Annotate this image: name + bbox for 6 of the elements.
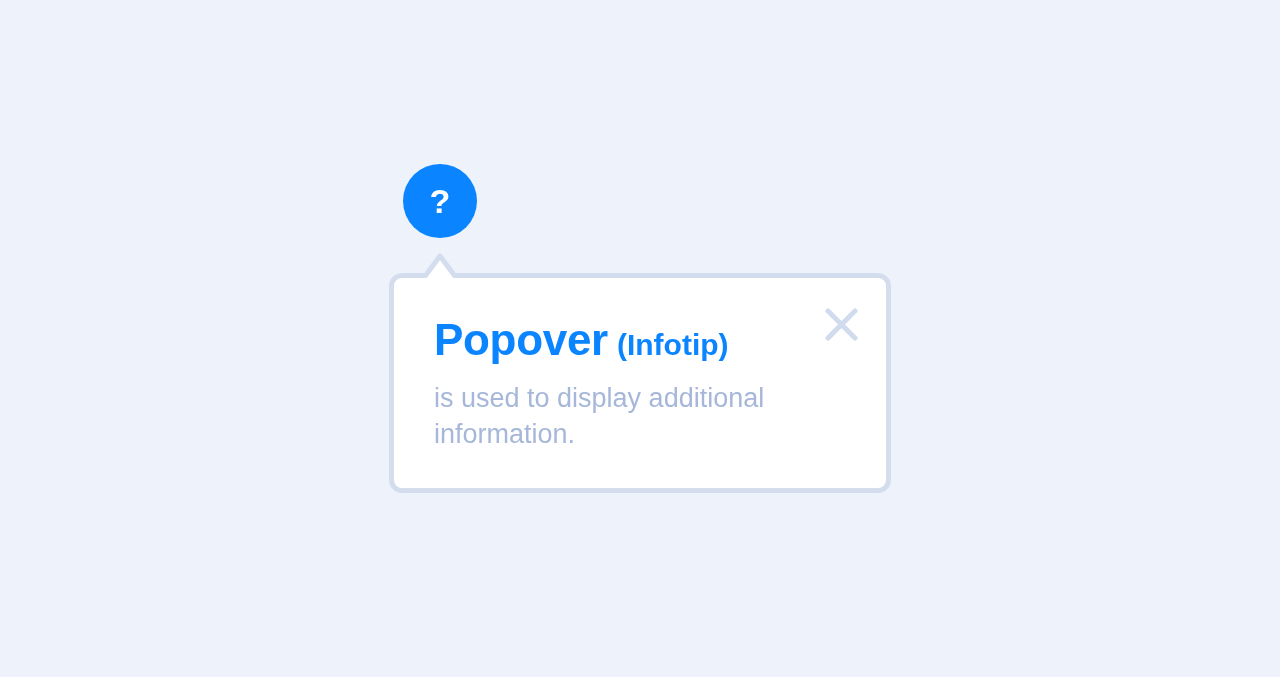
close-button[interactable] [825,308,858,341]
help-button[interactable]: ? [403,164,477,238]
close-icon [825,308,858,341]
popover-description: is used to display additional information. [434,382,766,451]
popover-subtitle: (Infotip) [616,327,729,363]
popover-title: Popover [434,314,608,366]
